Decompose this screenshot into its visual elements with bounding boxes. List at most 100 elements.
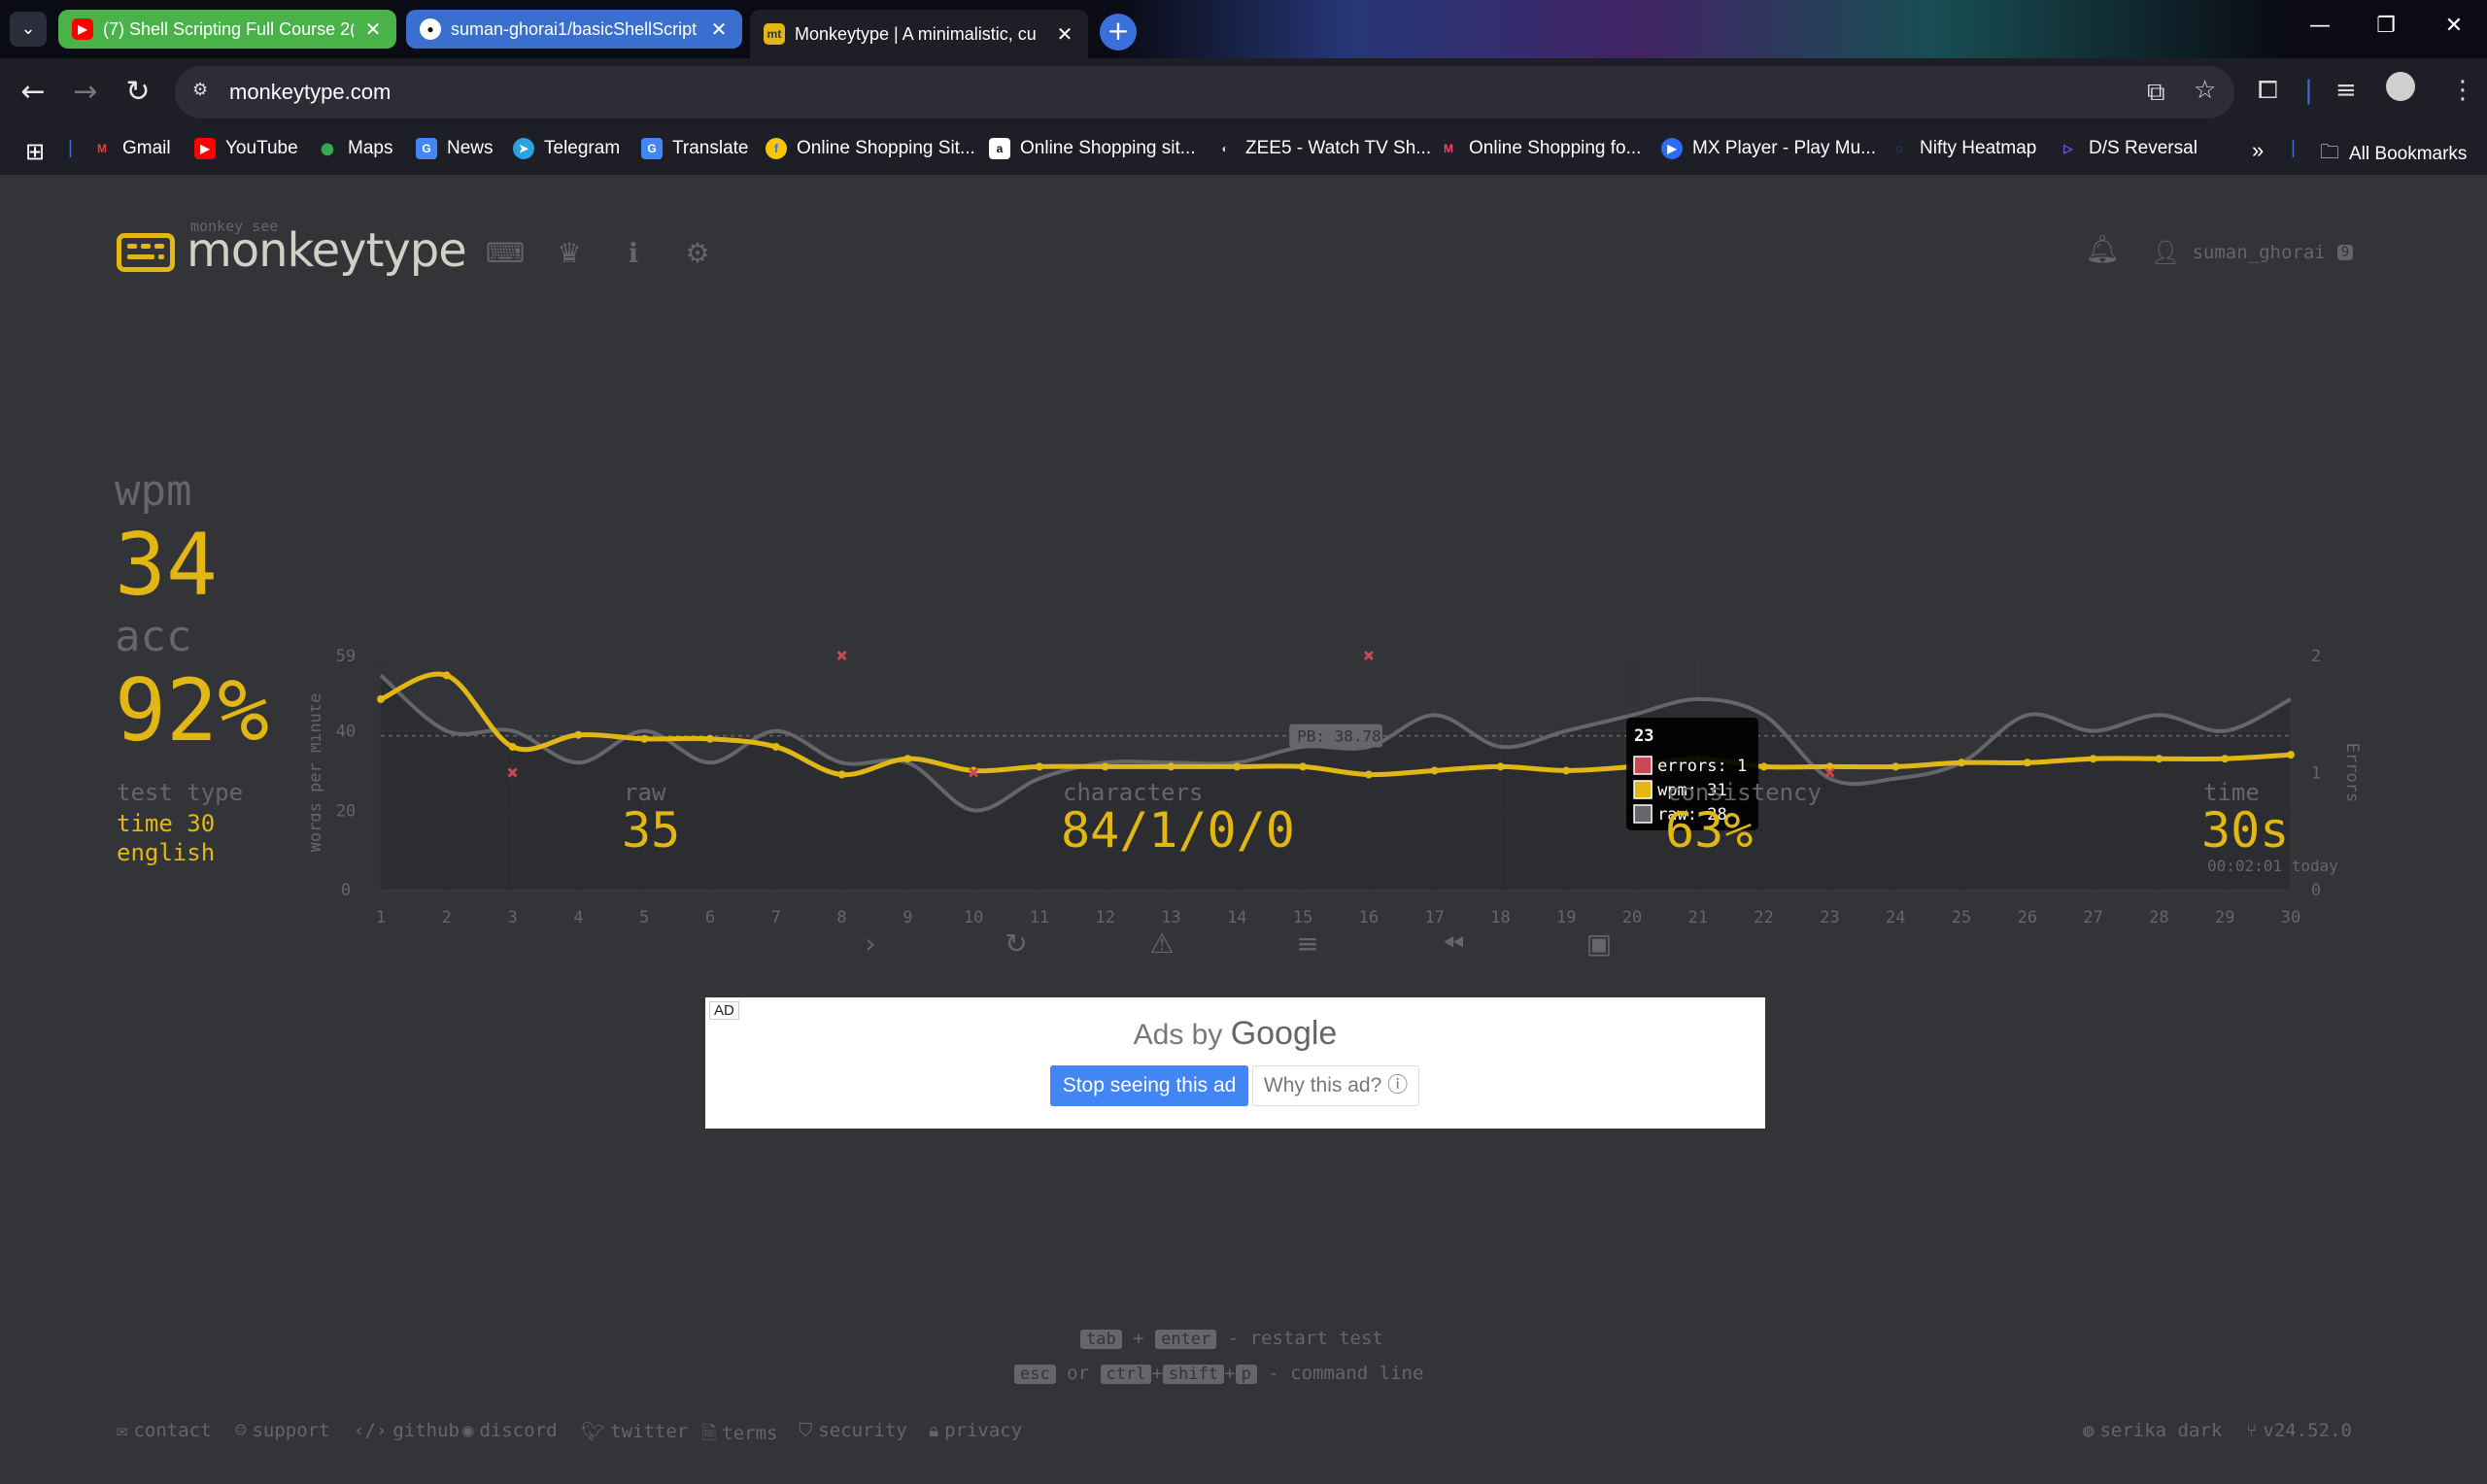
wpm-point (1430, 766, 1439, 775)
keyboard-icon[interactable]: ⌨ (486, 237, 525, 269)
install-app-icon[interactable]: ⧉ (2147, 78, 2165, 108)
info-icon[interactable]: ℹ (614, 237, 653, 269)
bookmark-zee5[interactable]: ◐ ZEE5 - Watch TV Sh... (1214, 138, 1431, 159)
profile-avatar[interactable] (2386, 72, 2415, 101)
footer-version[interactable]: ⑂ v24.52.0 (2246, 1420, 2352, 1441)
word-history-button[interactable]: ≡ (1286, 923, 1329, 965)
footer-github[interactable]: ‹/› github (354, 1420, 460, 1441)
forward-button[interactable]: → (66, 74, 105, 113)
bookmark-flipkart[interactable]: f Online Shopping Sit... (766, 138, 975, 159)
footer-theme[interactable]: ◍ serika dark (2083, 1420, 2222, 1441)
report-missed-words-button[interactable]: ⚠ (1141, 923, 1183, 965)
bookmark-maps[interactable]: ⬤ Maps (317, 138, 392, 159)
x-tick-label: 1 (376, 908, 386, 928)
youtube-icon: ▶ (72, 18, 93, 40)
back-button[interactable]: ← (14, 74, 52, 113)
youtube-icon: ▶ (194, 138, 216, 159)
x-tick-label: 18 (1490, 908, 1510, 928)
wpm-point (705, 734, 714, 743)
mxplayer-icon: ▶ (1661, 138, 1683, 159)
tooltip-title: 23 (1634, 726, 1653, 746)
footer-link-label: terms (722, 1423, 778, 1444)
next-test-button[interactable]: › (849, 923, 892, 965)
url-text[interactable]: monkeytype.com (229, 80, 391, 105)
bookmark-gmail[interactable]: M Gmail (91, 138, 171, 159)
site-info-icon[interactable]: ⚙ (192, 80, 218, 105)
tooltip-swatch (1633, 780, 1652, 799)
code-icon: ‹/› (354, 1420, 388, 1441)
more-bookmarks-icon[interactable]: » (2252, 138, 2264, 163)
footer-contact[interactable]: ✉ contact (117, 1420, 212, 1441)
logo-text[interactable]: monkeytype (187, 223, 467, 278)
stop-seeing-ad-button[interactable]: Stop seeing this ad (1050, 1065, 1248, 1106)
acc-label: acc (115, 612, 192, 661)
tab-title: (7) Shell Scripting Full Course 2( (103, 18, 354, 39)
bookmark-label: ZEE5 - Watch TV Sh... (1245, 138, 1432, 158)
close-tab-icon[interactable]: ✕ (363, 17, 383, 42)
wpm-point (2023, 759, 2031, 767)
plus-sign: + (1151, 1363, 1163, 1384)
wpm-point (2287, 751, 2295, 759)
bookmark-news[interactable]: G News (416, 138, 494, 159)
result-chart: 02040590121 2 3 4 5 6 7 8 9 10 11 12 13 14 15 16 17 18 19 2… (311, 647, 2362, 928)
bookmark-youtube[interactable]: ▶ YouTube (194, 138, 298, 159)
tab-monkeytype-active[interactable]: mt Monkeytype | A minimalistic, cu ✕ (750, 10, 1088, 58)
pb-label: PB: 38.78 (1297, 727, 1381, 746)
media-control-icon[interactable]: ≡ (2335, 76, 2357, 105)
enter-key: enter (1155, 1330, 1217, 1349)
footer-support[interactable]: ☺ support (235, 1420, 330, 1441)
replay-button[interactable]: ⏪︎ (1432, 923, 1475, 965)
ds-reversal-icon: ▷ (2063, 142, 2073, 155)
bookmark-myntra[interactable]: M Online Shopping fo... (1438, 138, 1641, 159)
omnibox[interactable]: ⚙ monkeytype.com ⧉ ☆ (175, 66, 2234, 118)
bookmark-nifty[interactable]: ◌ Nifty Heatmap (1889, 138, 2036, 159)
gear-icon[interactable]: ⚙ (678, 237, 717, 269)
footer-discord[interactable]: ◉ discord (462, 1420, 558, 1441)
footer-twitter[interactable]: 🐦︎ twitter (581, 1420, 688, 1442)
close-tab-icon[interactable]: ✕ (1055, 22, 1074, 47)
characters-value: 84/1/0/0 (1061, 802, 1295, 859)
new-tab-button[interactable]: + (1100, 14, 1137, 51)
close-tab-icon[interactable]: ✕ (709, 17, 729, 42)
close-window-icon[interactable]: ✕ (2435, 14, 2473, 38)
crown-icon[interactable]: ♛ (550, 237, 589, 269)
bookmark-ds-reversal[interactable]: ▷ D/S Reversal (2058, 138, 2197, 159)
bookmark-mxplayer[interactable]: ▶ MX Player - Play Mu... (1661, 138, 1876, 159)
wpm-point (574, 730, 583, 739)
footer-terms[interactable]: 🗎 terms (701, 1420, 777, 1451)
footer-privacy[interactable]: 🔒︎ privacy (929, 1420, 1022, 1441)
x-tick-label: 14 (1227, 908, 1246, 928)
ctrl-key: ctrl (1100, 1365, 1152, 1384)
restart-hint-text: - restart test (1227, 1328, 1383, 1349)
wpm-point (1891, 762, 1900, 771)
wpm-point (1101, 762, 1109, 771)
bookmark-star-icon[interactable]: ☆ (2194, 76, 2216, 105)
wpm-point (2089, 755, 2097, 763)
minimize-icon[interactable]: — (2300, 14, 2339, 38)
envelope-icon: ✉ (117, 1420, 128, 1441)
footer-security[interactable]: ⛉ security (799, 1420, 907, 1441)
bookmark-translate[interactable]: G Translate (641, 138, 749, 159)
user-profile[interactable]: 👤︎ suman_ghorai 9 (2151, 239, 2354, 266)
tab-github[interactable]: ● suman-ghorai1/basicShellScript ✕ (406, 10, 742, 49)
all-bookmarks-label: All Bookmarks (2349, 144, 2468, 164)
tab-search-button[interactable]: ⌄ (10, 12, 47, 47)
reload-button[interactable]: ↻ (119, 74, 157, 113)
bookmark-amazon[interactable]: a Online Shopping sit... (989, 138, 1196, 159)
tab-youtube[interactable]: ▶ (7) Shell Scripting Full Course 2( ✕ (58, 10, 396, 49)
all-bookmarks[interactable]: 🗀 All Bookmarks (2320, 138, 2467, 171)
apps-icon[interactable]: ⊞ (25, 138, 45, 166)
tooltip-row: errors: 1 (1657, 757, 1747, 776)
restore-icon[interactable]: ❐ (2367, 14, 2405, 38)
screenshot-button[interactable]: ▣ (1578, 923, 1620, 965)
extensions-icon[interactable]: ⧠ (2258, 76, 2278, 106)
why-this-ad-button[interactable]: Why this ad? ⓘ (1252, 1065, 1419, 1106)
bookmark-telegram[interactable]: ➤ Telegram (513, 138, 620, 159)
bookmark-label: Nifty Heatmap (1920, 138, 2037, 158)
telegram-icon: ➤ (513, 138, 534, 159)
monkeytype-logo-icon[interactable] (117, 233, 175, 272)
bell-icon[interactable]: 🔔︎ (2083, 233, 2122, 265)
menu-icon[interactable]: ⋮ (2450, 76, 2475, 105)
restart-button[interactable]: ↻ (995, 923, 1038, 965)
x-tick-label: 8 (836, 908, 846, 928)
